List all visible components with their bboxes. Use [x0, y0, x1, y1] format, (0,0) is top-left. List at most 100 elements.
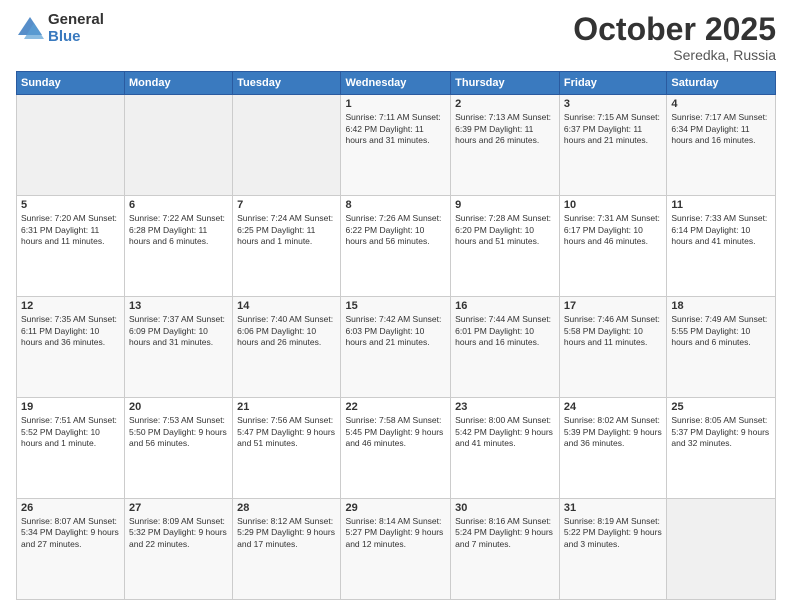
week-row-1: 1 Sunrise: 7:11 AM Sunset: 6:42 PM Daylig… — [17, 95, 776, 196]
day-info: Sunrise: 7:26 AM Sunset: 6:22 PM Dayligh… — [345, 213, 446, 247]
day-info: Sunrise: 7:31 AM Sunset: 6:17 PM Dayligh… — [564, 213, 662, 247]
day-number: 19 — [21, 401, 120, 413]
week-row-3: 12Sunrise: 7:35 AM Sunset: 6:11 PM Dayli… — [17, 297, 776, 398]
day-info: Sunrise: 8:02 AM Sunset: 5:39 PM Dayligh… — [564, 415, 662, 449]
table-cell: 24 Sunrise: 8:02 AM Sunset: 5:39 PM Dayli… — [559, 398, 666, 499]
logo-blue-text: Blue — [48, 29, 104, 46]
day-number: 6 — [129, 199, 228, 211]
table-cell: 20 Sunrise: 7:53 AM Sunset: 5:50 PM Dayli… — [125, 398, 233, 499]
header-thursday: Thursday — [451, 72, 560, 95]
table-cell: 18Sunrise: 7:49 AM Sunset: 5:55 PM Dayli… — [667, 297, 776, 398]
day-info: Sunrise: 8:14 AM Sunset: 5:27 PM Dayligh… — [345, 516, 446, 550]
table-cell: 9 Sunrise: 7:28 AM Sunset: 6:20 PM Daylig… — [451, 196, 560, 297]
day-info: Sunrise: 7:35 AM Sunset: 6:11 PM Dayligh… — [21, 314, 120, 348]
title-block: October 2025 Seredka, Russia — [573, 12, 776, 63]
day-info: Sunrise: 7:22 AM Sunset: 6:28 PM Dayligh… — [129, 213, 228, 247]
week-row-4: 19 Sunrise: 7:51 AM Sunset: 5:52 PM Dayli… — [17, 398, 776, 499]
day-number: 3 — [564, 98, 662, 110]
logo-general-text: General — [48, 12, 104, 29]
table-cell: 26 Sunrise: 8:07 AM Sunset: 5:34 PM Dayli… — [17, 499, 125, 600]
table-cell: 10 Sunrise: 7:31 AM Sunset: 6:17 PM Dayli… — [559, 196, 666, 297]
table-cell: 8Sunrise: 7:26 AM Sunset: 6:22 PM Daylig… — [341, 196, 451, 297]
table-cell: 19 Sunrise: 7:51 AM Sunset: 5:52 PM Dayli… — [17, 398, 125, 499]
day-info: Sunrise: 8:07 AM Sunset: 5:34 PM Dayligh… — [21, 516, 120, 550]
table-cell: 3 Sunrise: 7:15 AM Sunset: 6:37 PM Daylig… — [559, 95, 666, 196]
day-number: 7 — [237, 199, 336, 211]
table-cell: 15 Sunrise: 7:42 AM Sunset: 6:03 PM Dayli… — [341, 297, 451, 398]
day-number: 29 — [345, 502, 446, 514]
location-subtitle: Seredka, Russia — [573, 47, 776, 63]
day-number: 20 — [129, 401, 228, 413]
day-number: 30 — [455, 502, 555, 514]
weekday-header-row: Sunday Monday Tuesday Wednesday Thursday… — [17, 72, 776, 95]
calendar-table: Sunday Monday Tuesday Wednesday Thursday… — [16, 71, 776, 600]
logo-text: General Blue — [48, 12, 104, 45]
day-info: Sunrise: 7:20 AM Sunset: 6:31 PM Dayligh… — [21, 213, 120, 247]
day-number: 25 — [671, 401, 771, 413]
day-number: 17 — [564, 300, 662, 312]
table-cell: 28 Sunrise: 8:12 AM Sunset: 5:29 PM Dayli… — [233, 499, 341, 600]
table-cell — [125, 95, 233, 196]
day-number: 9 — [455, 199, 555, 211]
week-row-2: 5Sunrise: 7:20 AM Sunset: 6:31 PM Daylig… — [17, 196, 776, 297]
day-info: Sunrise: 8:05 AM Sunset: 5:37 PM Dayligh… — [671, 415, 771, 449]
table-cell: 23 Sunrise: 8:00 AM Sunset: 5:42 PM Dayli… — [451, 398, 560, 499]
table-cell — [667, 499, 776, 600]
day-info: Sunrise: 7:56 AM Sunset: 5:47 PM Dayligh… — [237, 415, 336, 449]
day-number: 27 — [129, 502, 228, 514]
day-number: 24 — [564, 401, 662, 413]
day-info: Sunrise: 7:11 AM Sunset: 6:42 PM Dayligh… — [345, 112, 446, 146]
table-cell: 11 Sunrise: 7:33 AM Sunset: 6:14 PM Dayli… — [667, 196, 776, 297]
table-cell: 25 Sunrise: 8:05 AM Sunset: 5:37 PM Dayli… — [667, 398, 776, 499]
header-sunday: Sunday — [17, 72, 125, 95]
day-number: 10 — [564, 199, 662, 211]
table-cell: 13 Sunrise: 7:37 AM Sunset: 6:09 PM Dayli… — [125, 297, 233, 398]
day-info: Sunrise: 7:24 AM Sunset: 6:25 PM Dayligh… — [237, 213, 336, 247]
table-cell: 17 Sunrise: 7:46 AM Sunset: 5:58 PM Dayli… — [559, 297, 666, 398]
table-cell: 1 Sunrise: 7:11 AM Sunset: 6:42 PM Daylig… — [341, 95, 451, 196]
day-info: Sunrise: 7:46 AM Sunset: 5:58 PM Dayligh… — [564, 314, 662, 348]
day-number: 11 — [671, 199, 771, 211]
header: General Blue October 2025 Seredka, Russi… — [16, 12, 776, 63]
day-number: 28 — [237, 502, 336, 514]
day-info: Sunrise: 7:40 AM Sunset: 6:06 PM Dayligh… — [237, 314, 336, 348]
table-cell: 6 Sunrise: 7:22 AM Sunset: 6:28 PM Daylig… — [125, 196, 233, 297]
day-info: Sunrise: 7:28 AM Sunset: 6:20 PM Dayligh… — [455, 213, 555, 247]
day-number: 2 — [455, 98, 555, 110]
table-cell: 14 Sunrise: 7:40 AM Sunset: 6:06 PM Dayli… — [233, 297, 341, 398]
day-info: Sunrise: 7:49 AM Sunset: 5:55 PM Dayligh… — [671, 314, 771, 348]
day-number: 22 — [345, 401, 446, 413]
day-info: Sunrise: 8:00 AM Sunset: 5:42 PM Dayligh… — [455, 415, 555, 449]
day-info: Sunrise: 7:42 AM Sunset: 6:03 PM Dayligh… — [345, 314, 446, 348]
logo: General Blue — [16, 12, 104, 45]
table-cell: 29 Sunrise: 8:14 AM Sunset: 5:27 PM Dayli… — [341, 499, 451, 600]
day-number: 31 — [564, 502, 662, 514]
day-info: Sunrise: 7:13 AM Sunset: 6:39 PM Dayligh… — [455, 112, 555, 146]
day-number: 15 — [345, 300, 446, 312]
day-info: Sunrise: 7:15 AM Sunset: 6:37 PM Dayligh… — [564, 112, 662, 146]
table-cell: 30Sunrise: 8:16 AM Sunset: 5:24 PM Dayli… — [451, 499, 560, 600]
day-info: Sunrise: 7:37 AM Sunset: 6:09 PM Dayligh… — [129, 314, 228, 348]
day-number: 23 — [455, 401, 555, 413]
day-info: Sunrise: 8:09 AM Sunset: 5:32 PM Dayligh… — [129, 516, 228, 550]
table-cell: 22 Sunrise: 7:58 AM Sunset: 5:45 PM Dayli… — [341, 398, 451, 499]
month-title: October 2025 — [573, 12, 776, 47]
table-cell: 12Sunrise: 7:35 AM Sunset: 6:11 PM Dayli… — [17, 297, 125, 398]
table-cell — [233, 95, 341, 196]
calendar-page: General Blue October 2025 Seredka, Russi… — [0, 0, 792, 612]
day-info: Sunrise: 7:58 AM Sunset: 5:45 PM Dayligh… — [345, 415, 446, 449]
table-cell: 2 Sunrise: 7:13 AM Sunset: 6:39 PM Daylig… — [451, 95, 560, 196]
day-number: 14 — [237, 300, 336, 312]
day-info: Sunrise: 7:44 AM Sunset: 6:01 PM Dayligh… — [455, 314, 555, 348]
table-cell: 21Sunrise: 7:56 AM Sunset: 5:47 PM Dayli… — [233, 398, 341, 499]
day-info: Sunrise: 7:33 AM Sunset: 6:14 PM Dayligh… — [671, 213, 771, 247]
header-monday: Monday — [125, 72, 233, 95]
day-number: 26 — [21, 502, 120, 514]
day-info: Sunrise: 7:51 AM Sunset: 5:52 PM Dayligh… — [21, 415, 120, 449]
day-number: 1 — [345, 98, 446, 110]
day-info: Sunrise: 7:53 AM Sunset: 5:50 PM Dayligh… — [129, 415, 228, 449]
day-info: Sunrise: 8:12 AM Sunset: 5:29 PM Dayligh… — [237, 516, 336, 550]
day-number: 13 — [129, 300, 228, 312]
table-cell — [17, 95, 125, 196]
table-cell: 16Sunrise: 7:44 AM Sunset: 6:01 PM Dayli… — [451, 297, 560, 398]
